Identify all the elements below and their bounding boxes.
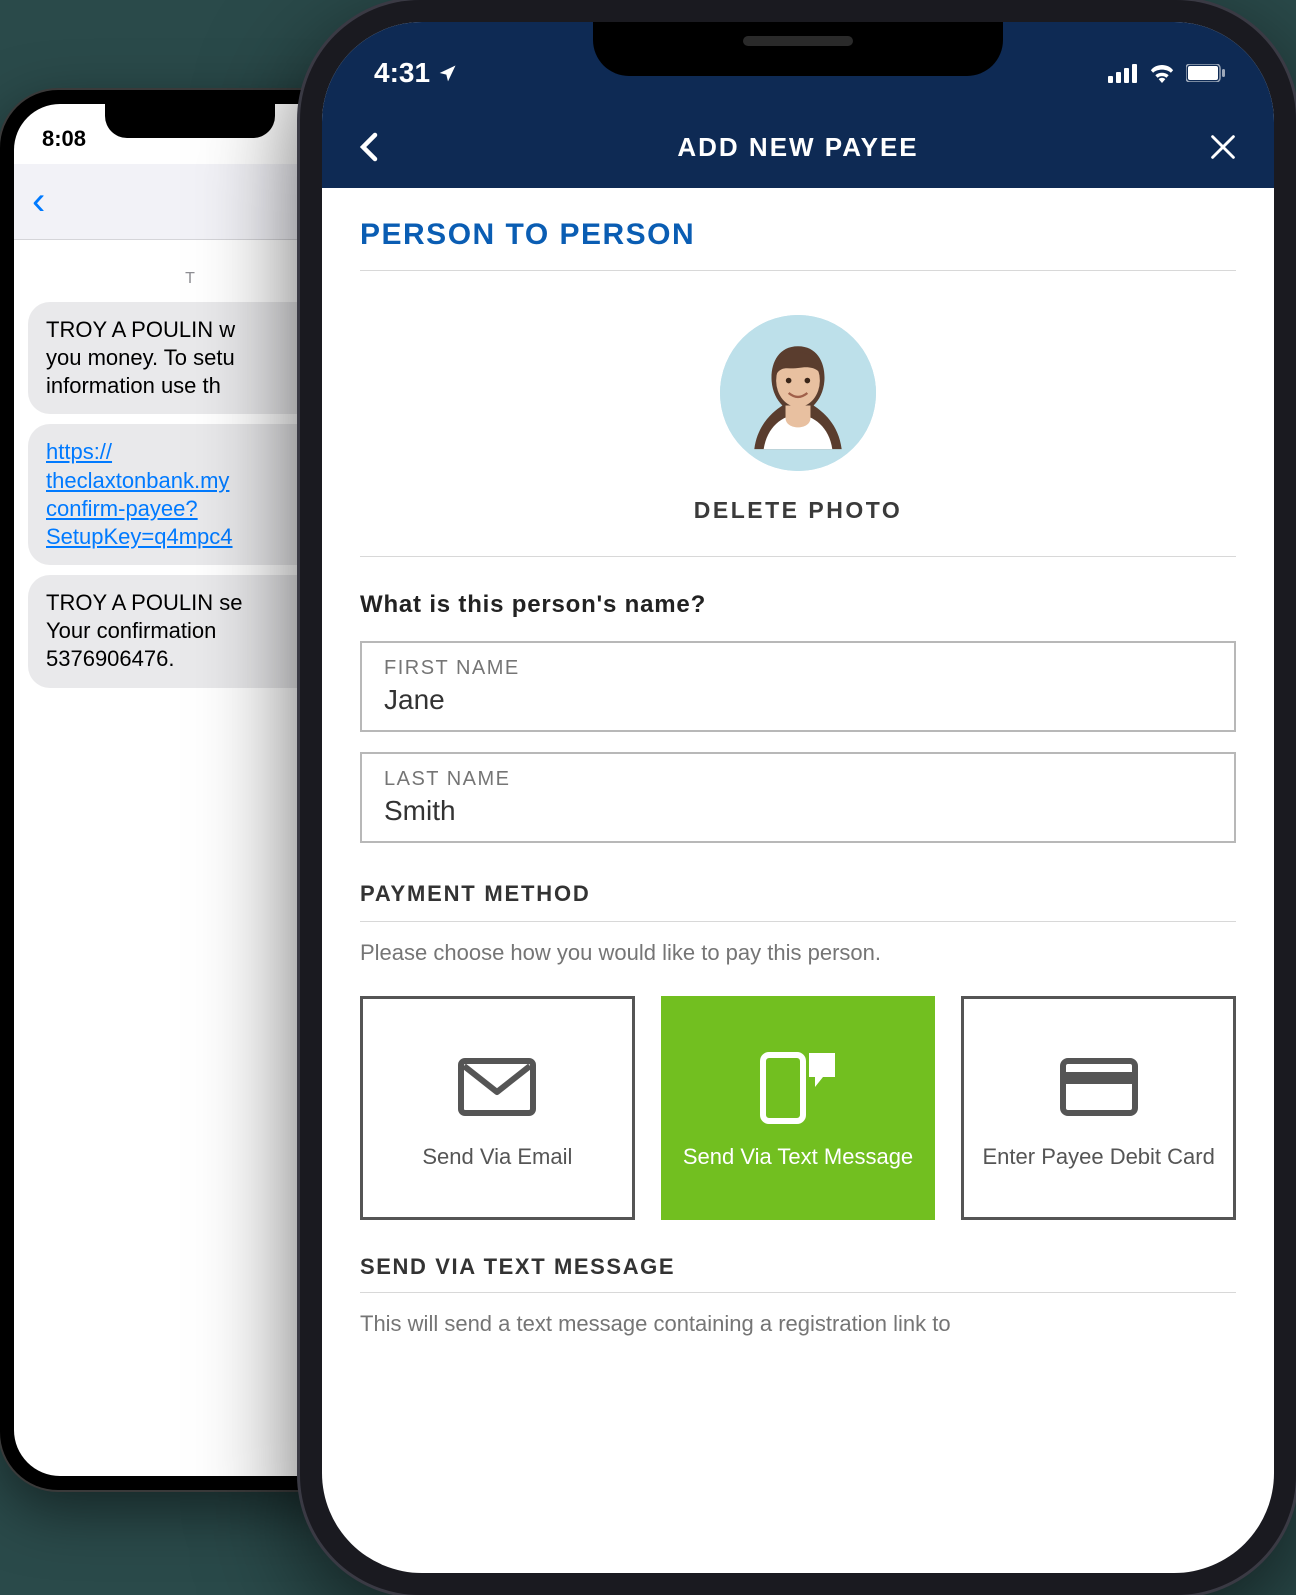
wifi-icon (1148, 63, 1176, 83)
message-bubble-link[interactable]: https:// theclaxtonbank.my confirm-payee… (28, 424, 328, 565)
back-button[interactable] (360, 132, 400, 162)
message-link[interactable]: https:// theclaxtonbank.my confirm-payee… (46, 439, 233, 548)
method-debit[interactable]: Enter Payee Debit Card (961, 996, 1236, 1220)
method-debit-label: Enter Payee Debit Card (983, 1143, 1215, 1172)
payment-methods-row: Send Via Email Send Via Text Message Ent… (360, 996, 1236, 1220)
last-name-field[interactable]: LAST NAME (360, 752, 1236, 843)
front-phone-screen: 4:31 ADD NEW PAYEE PERSON TO PERSON (322, 22, 1274, 1573)
method-email[interactable]: Send Via Email (360, 996, 635, 1220)
foreground-phone: 4:31 ADD NEW PAYEE PERSON TO PERSON (300, 0, 1296, 1595)
app-header: ADD NEW PAYEE (322, 106, 1274, 188)
section-title: PERSON TO PERSON (360, 218, 1236, 271)
avatar[interactable] (720, 315, 876, 471)
phone-text-icon (755, 1049, 841, 1125)
location-icon (438, 63, 458, 83)
signal-icon (1108, 63, 1138, 83)
header-title: ADD NEW PAYEE (677, 132, 918, 163)
back-chevron-icon[interactable]: ‹ (32, 179, 45, 224)
last-name-label: LAST NAME (384, 768, 1212, 791)
front-phone-notch (593, 22, 1003, 76)
envelope-icon (458, 1058, 536, 1116)
app-content: PERSON TO PERSON DELETE PHO (322, 188, 1274, 1340)
payment-method-heading: PAYMENT METHOD (360, 881, 1236, 922)
name-section: What is this person's name? FIRST NAME L… (360, 557, 1236, 843)
first-name-field[interactable]: FIRST NAME (360, 641, 1236, 732)
card-icon (1060, 1058, 1138, 1116)
method-text[interactable]: Send Via Text Message (661, 996, 936, 1220)
first-name-label: FIRST NAME (384, 657, 1212, 680)
last-name-input[interactable] (384, 795, 1212, 827)
close-button[interactable] (1196, 134, 1236, 160)
send-via-text-desc: This will send a text message containing… (360, 1309, 1236, 1340)
back-phone-notch (105, 104, 275, 138)
back-status-time: 8:08 (42, 126, 86, 152)
message-bubble-1: TROY A POULIN w you money. To setu infor… (28, 302, 328, 414)
photo-section: DELETE PHOTO (360, 271, 1236, 557)
front-status-time: 4:31 (374, 57, 430, 89)
name-question: What is this person's name? (360, 591, 1236, 619)
method-email-label: Send Via Email (422, 1143, 572, 1172)
payment-method-section: PAYMENT METHOD Please choose how you wou… (360, 863, 1236, 1340)
payment-method-desc: Please choose how you would like to pay … (360, 940, 1236, 966)
battery-icon (1186, 64, 1226, 82)
first-name-input[interactable] (384, 684, 1212, 716)
send-via-text-title: SEND VIA TEXT MESSAGE (360, 1254, 1236, 1293)
message-bubble-3: TROY A POULIN se Your confirmation 53769… (28, 575, 328, 687)
method-text-label: Send Via Text Message (683, 1143, 913, 1172)
delete-photo-button[interactable]: DELETE PHOTO (360, 497, 1236, 524)
